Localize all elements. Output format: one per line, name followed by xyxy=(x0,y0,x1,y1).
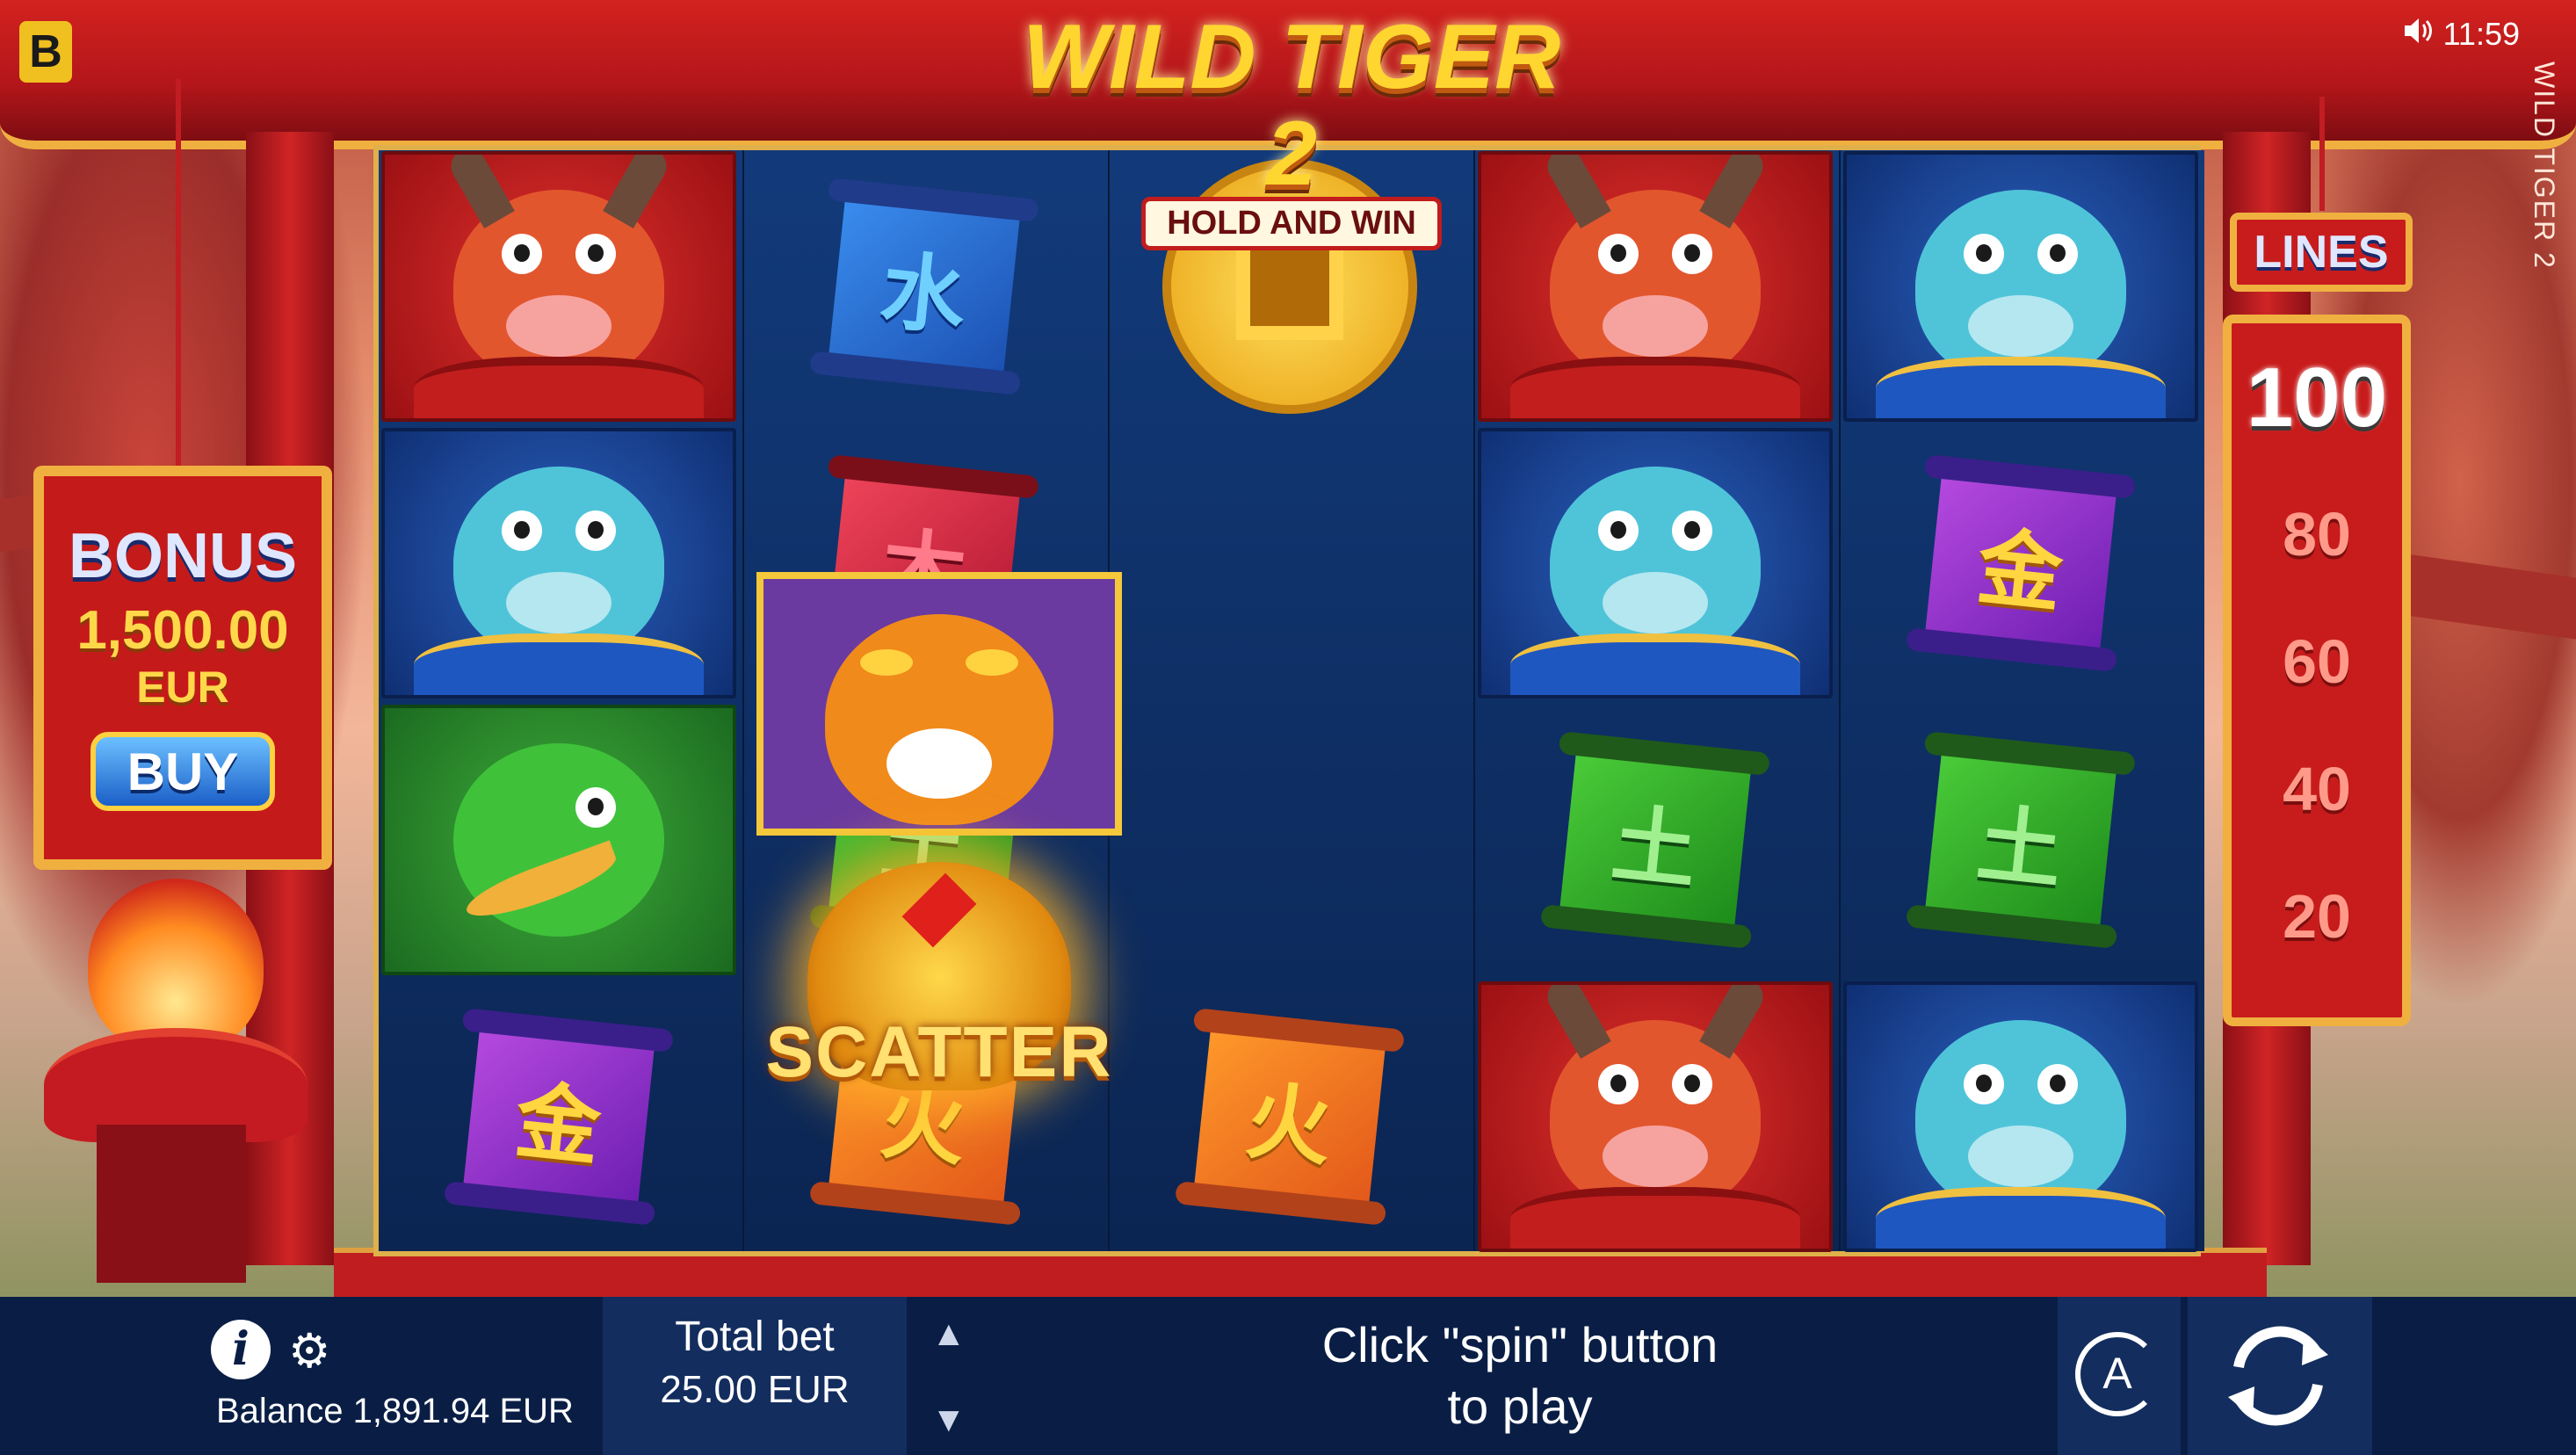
total-bet-label: Total bet xyxy=(675,1314,835,1360)
status-area: 11:59 xyxy=(2403,16,2520,53)
symbol-scatter: SCATTER xyxy=(756,818,1122,1134)
glyph-earth: 土 xyxy=(1607,793,1702,901)
balance-display: Balance 1,891.94 EUR xyxy=(216,1392,574,1430)
brazier-stand xyxy=(97,1125,246,1283)
spin-button[interactable] xyxy=(2212,1314,2344,1437)
glyph-fire: 火 xyxy=(1241,1069,1336,1178)
symbol-scroll-metal: 金 xyxy=(379,981,739,1253)
symbol-crane xyxy=(379,704,739,976)
scroll-icon: 金 xyxy=(462,1020,655,1213)
brand-logo: B xyxy=(19,21,72,83)
symbol-frog xyxy=(1841,981,2201,1253)
autoplay-box: A xyxy=(2058,1297,2181,1455)
symbol-frog xyxy=(1475,427,1835,699)
symbol-scroll-metal: 金 xyxy=(1841,427,2201,699)
frog-icon xyxy=(1550,467,1761,660)
game-logo: WILD TIGER 2 HOLD AND WIN xyxy=(1019,9,1564,250)
bonus-amount: 1,500.00 xyxy=(76,600,289,661)
symbol-frog xyxy=(379,427,739,699)
autoplay-button[interactable]: A xyxy=(2075,1332,2160,1416)
bonus-title: BONUS xyxy=(68,521,297,591)
speaker-icon[interactable] xyxy=(2403,16,2433,53)
symbol-scroll-fire: 火 xyxy=(1110,981,1470,1253)
lantern-string-right xyxy=(2319,97,2325,211)
gear-icon[interactable]: ⚙ xyxy=(288,1323,330,1379)
lines-option-40[interactable]: 40 xyxy=(2232,754,2402,824)
fire-brazier xyxy=(35,879,316,1142)
scroll-icon: 火 xyxy=(1193,1020,1386,1213)
spin-box xyxy=(2188,1297,2372,1455)
scroll-icon: 金 xyxy=(1924,467,2117,660)
lines-selector: 100 80 60 40 20 xyxy=(2223,315,2411,1026)
frog-icon xyxy=(453,467,664,660)
glyph-metal: 金 xyxy=(1972,516,2067,625)
info-button[interactable]: i xyxy=(211,1320,271,1379)
crane-icon xyxy=(453,743,664,937)
scroll-icon: 土 xyxy=(1559,743,1752,937)
bet-decrease-button[interactable]: ▼ xyxy=(931,1401,966,1440)
bonus-buy-panel: BONUS 1,500.00 EUR BUY xyxy=(33,466,332,870)
glyph-water: 水 xyxy=(876,239,971,348)
symbol-frog xyxy=(1841,150,2201,423)
bull-icon xyxy=(445,155,673,383)
tiger-icon xyxy=(825,614,1053,825)
symbol-bull xyxy=(1475,981,1835,1253)
lines-option-100[interactable]: 100 xyxy=(2232,350,2402,446)
symbol-scroll-earth: 土 xyxy=(1475,704,1835,976)
bet-increase-button[interactable]: ▲ xyxy=(931,1314,966,1354)
lines-option-60[interactable]: 60 xyxy=(2232,626,2402,697)
glyph-metal: 金 xyxy=(510,1069,605,1178)
scroll-icon: 土 xyxy=(1924,743,2117,937)
lines-option-20[interactable]: 20 xyxy=(2232,881,2402,952)
total-bet-box: Total bet 25.00 EUR xyxy=(603,1297,907,1455)
spin-icon xyxy=(2228,1326,2328,1426)
logo-title: WILD TIGER 2 xyxy=(1022,6,1561,205)
scatter-label: SCATTER xyxy=(765,1012,1113,1092)
lantern-string-left xyxy=(176,79,181,466)
logo-subtitle: HOLD AND WIN xyxy=(1141,197,1442,250)
bull-icon xyxy=(1541,985,1769,1213)
reel-1: 金 xyxy=(379,150,745,1251)
prompt-line-1: Click "spin" button xyxy=(1321,1317,1719,1372)
spin-prompt: Click "spin" button to play xyxy=(1212,1314,1827,1437)
control-bar: i ⚙ Balance 1,891.94 EUR Total bet 25.00… xyxy=(0,1297,2576,1455)
symbol-bull xyxy=(379,150,739,423)
reel-grid: 金 水 木 土 火 火 土 金 土 SCATTER xyxy=(373,145,2204,1256)
bonus-currency: EUR xyxy=(136,662,229,712)
symbol-scroll-earth: 土 xyxy=(1841,704,2201,976)
lines-header: LINES xyxy=(2230,213,2413,292)
lines-option-80[interactable]: 80 xyxy=(2232,499,2402,569)
symbol-tiger xyxy=(756,572,1122,836)
buy-bonus-button[interactable]: BUY xyxy=(90,732,275,811)
reel-5: 金 土 xyxy=(1841,150,2204,1253)
frog-icon xyxy=(1915,1020,2126,1213)
frog-icon xyxy=(1915,190,2126,383)
reel-4: 土 xyxy=(1475,150,1842,1253)
clock-time: 11:59 xyxy=(2442,16,2520,52)
reel-3: 火 xyxy=(1110,150,1476,1251)
scroll-icon: 水 xyxy=(828,190,1021,383)
prompt-line-2: to play xyxy=(1447,1379,1593,1434)
bull-icon xyxy=(1541,155,1769,383)
glyph-earth: 土 xyxy=(1972,793,2067,901)
game-title-vertical: WILD TIGER 2 xyxy=(2529,62,2560,270)
total-bet-value: 25.00 EUR xyxy=(660,1368,850,1411)
